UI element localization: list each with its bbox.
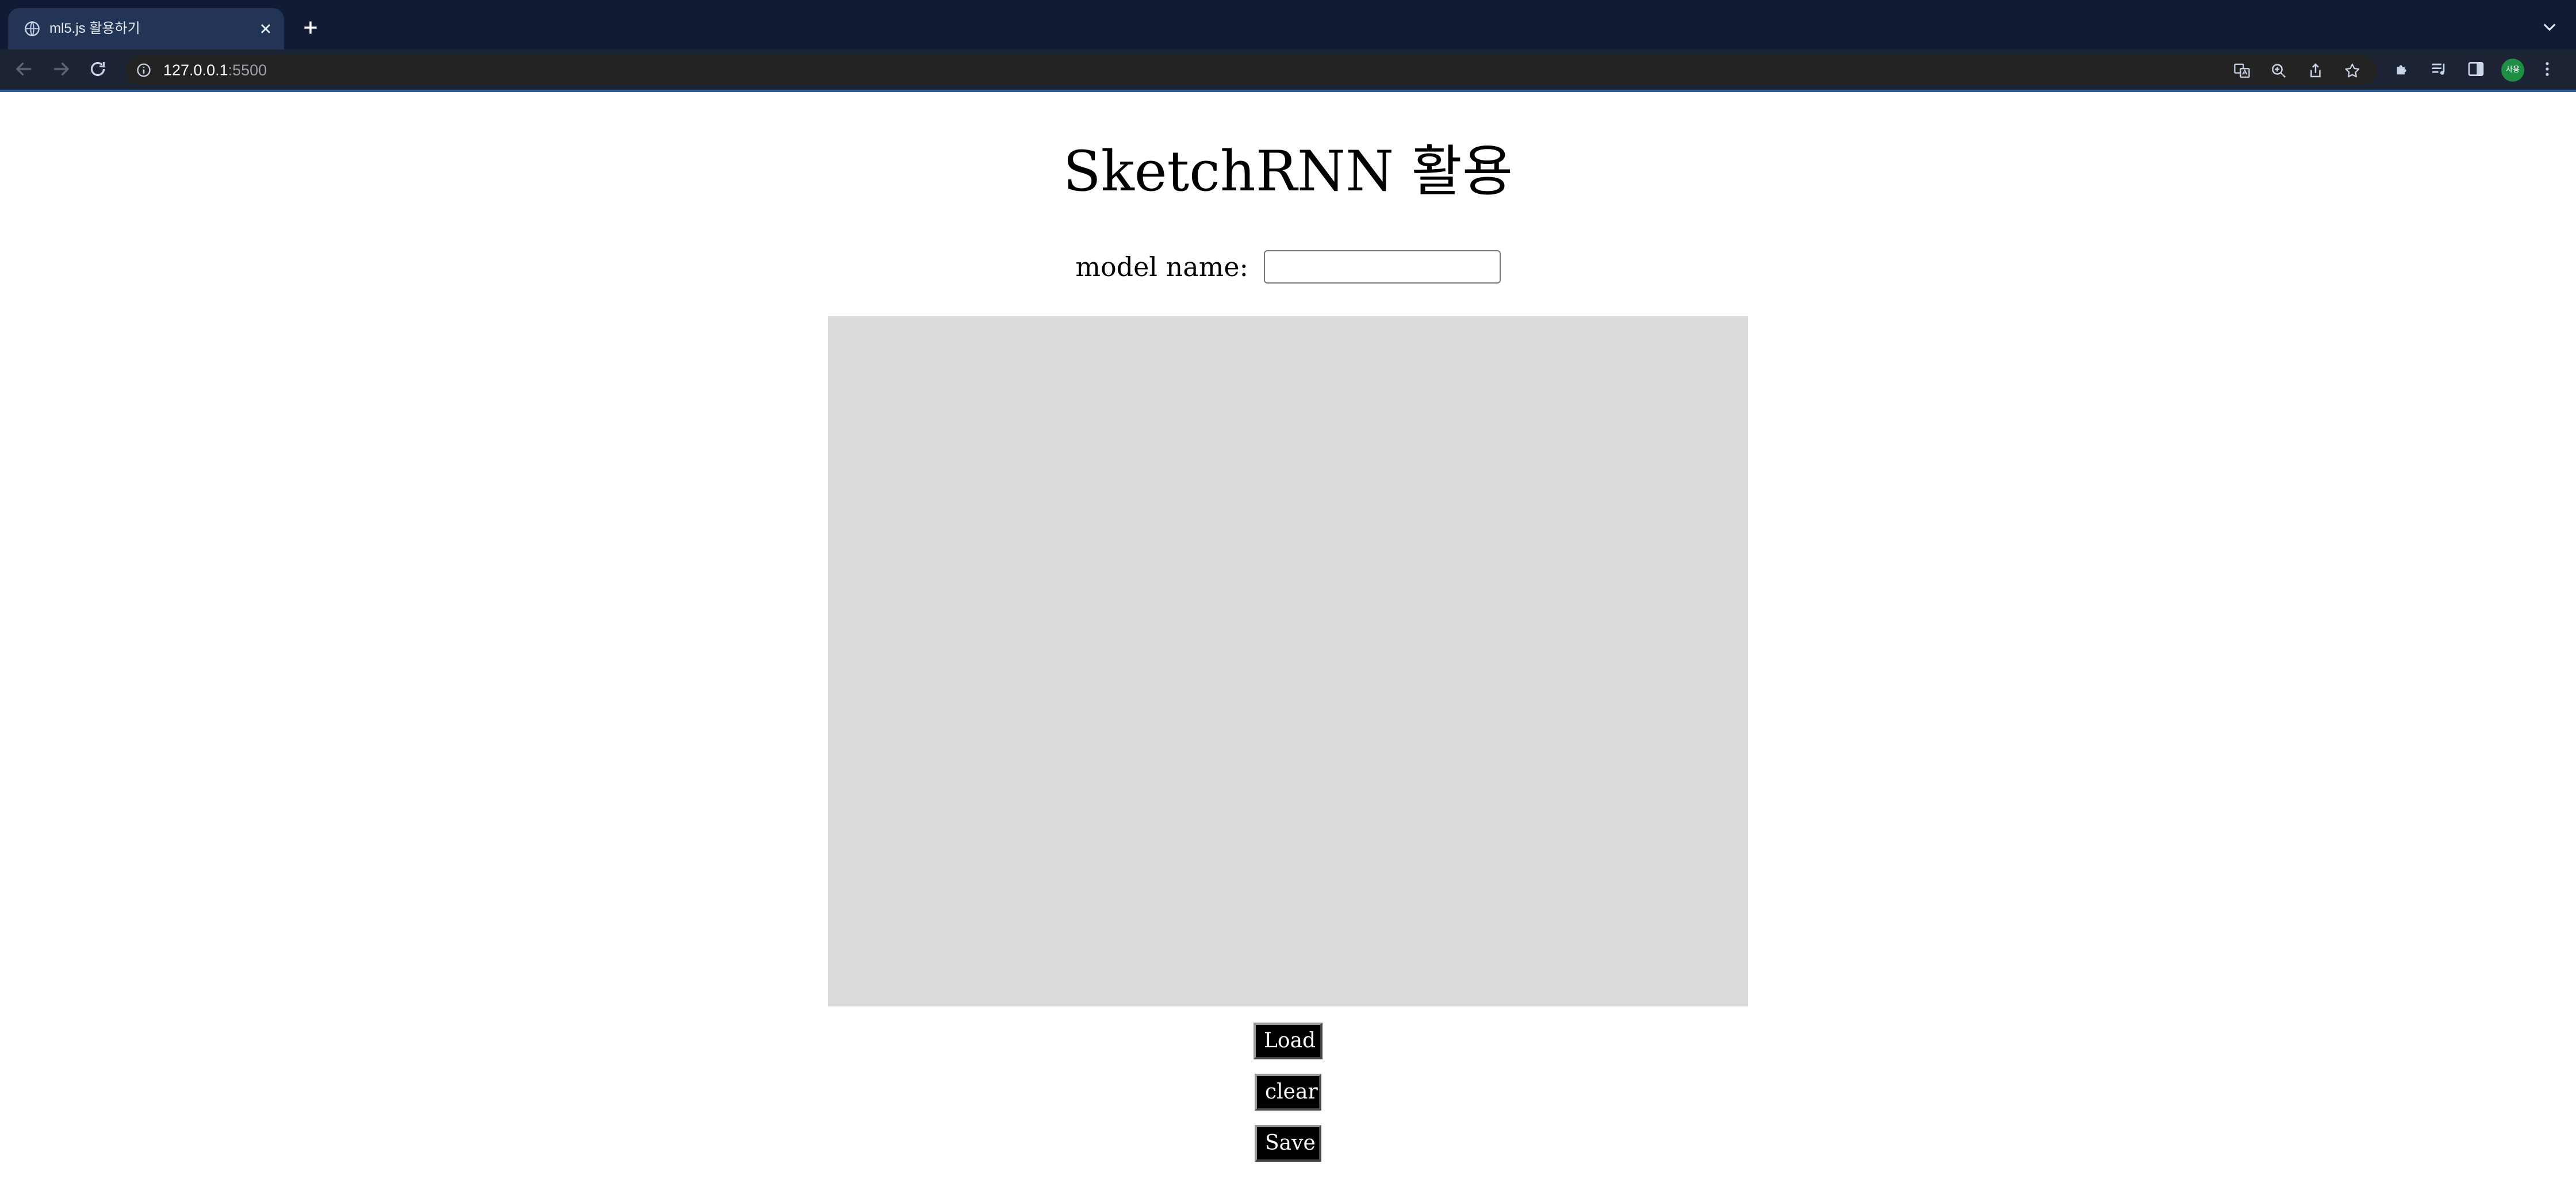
site-info-icon[interactable] bbox=[136, 62, 152, 78]
reload-icon[interactable] bbox=[87, 59, 108, 79]
clear-button[interactable]: clear bbox=[1255, 1074, 1321, 1111]
side-panel-icon[interactable] bbox=[2467, 60, 2485, 78]
url-host: 127.0.0.1 bbox=[163, 62, 228, 79]
reading-list-icon[interactable] bbox=[2430, 60, 2448, 78]
browser-toolbar: 127.0.0.1:5500 사용 bbox=[0, 49, 2576, 92]
bookmark-star-icon[interactable] bbox=[2344, 62, 2361, 79]
extensions-icon[interactable] bbox=[2393, 60, 2412, 78]
close-tab-icon[interactable] bbox=[258, 21, 274, 37]
zoom-icon[interactable] bbox=[2270, 62, 2287, 79]
back-icon[interactable] bbox=[14, 59, 34, 79]
forward-icon[interactable] bbox=[51, 59, 71, 79]
browser-tab[interactable]: ml5.js 활용하기 bbox=[8, 8, 284, 49]
browser-tab-bar: ml5.js 활용하기 bbox=[0, 0, 2576, 49]
chevron-down-icon[interactable] bbox=[2542, 21, 2558, 33]
profile-avatar[interactable]: 사용 bbox=[2501, 59, 2524, 82]
translate-icon[interactable] bbox=[2233, 62, 2251, 79]
globe-icon bbox=[24, 21, 40, 37]
model-name-label: model name: bbox=[1075, 251, 1249, 282]
url-port: :5500 bbox=[228, 62, 267, 79]
share-icon[interactable] bbox=[2307, 62, 2324, 79]
drawing-canvas[interactable] bbox=[828, 316, 1748, 1006]
address-bar[interactable]: 127.0.0.1:5500 bbox=[125, 55, 2377, 85]
tab-title: ml5.js 활용하기 bbox=[49, 21, 140, 36]
save-button[interactable]: Save bbox=[1255, 1125, 1321, 1162]
model-name-input[interactable] bbox=[1263, 250, 1501, 284]
model-name-row: model name: bbox=[0, 242, 2576, 290]
new-tab-icon[interactable] bbox=[301, 18, 320, 37]
page-title: SketchRNN 활용 bbox=[1063, 139, 1513, 204]
load-button[interactable]: Load bbox=[1254, 1023, 1322, 1059]
more-menu-icon[interactable] bbox=[2538, 60, 2556, 78]
url-text: 127.0.0.1:5500 bbox=[163, 60, 267, 81]
